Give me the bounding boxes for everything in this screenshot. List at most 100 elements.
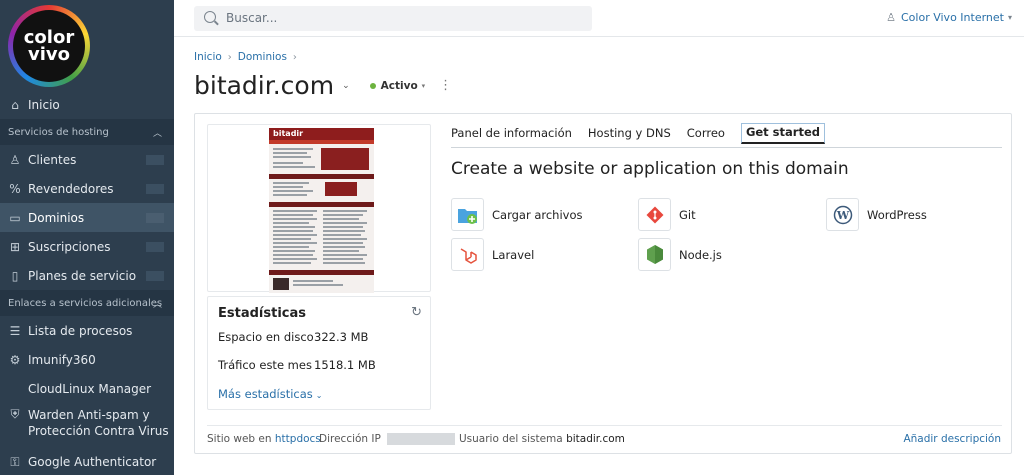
tab-get-started[interactable]: Get started	[740, 123, 825, 144]
nodejs-icon	[638, 238, 671, 271]
laravel-icon	[451, 238, 484, 271]
git-tool[interactable]: Git	[638, 198, 696, 231]
count-badge	[146, 213, 164, 223]
get-started-title: Create a website or application on this …	[451, 159, 849, 179]
count-badge	[146, 184, 164, 194]
sidebar-item-clients[interactable]: ♙ Clientes	[0, 145, 174, 174]
sidebar: color vivo ⌂ Inicio Servicios de hosting …	[0, 0, 174, 475]
sidebar-item-warden[interactable]: ⛨ Warden Anti-spam y Protección Contra Vi…	[0, 403, 174, 443]
key-icon: ⚿	[10, 454, 20, 469]
disk-label: Espacio en disco	[218, 330, 314, 344]
shield-icon: ⛨	[10, 407, 20, 421]
gear-icon: ⚙	[9, 352, 21, 367]
brand-logo[interactable]: color vivo	[0, 0, 174, 87]
stats-title: Estadísticas	[218, 306, 306, 321]
wordpress-tool[interactable]: W WordPress	[826, 198, 927, 231]
nodejs-tool[interactable]: Node.js	[638, 238, 722, 271]
sidebar-item-subscriptions[interactable]: ⊞ Suscripciones	[0, 232, 174, 261]
sidebar-item-label: Revendedores	[28, 181, 114, 196]
chevron-up-icon: ︿	[152, 128, 162, 139]
tool-label: Node.js	[679, 247, 722, 262]
sidebar-item-label: Inicio	[28, 97, 60, 112]
user-name: Color Vivo Internet	[901, 11, 1004, 24]
chevron-right-icon: ›	[292, 51, 297, 63]
sidebar-item-resellers[interactable]: % Revendedores	[0, 174, 174, 203]
search-icon	[204, 11, 216, 23]
search-input[interactable]: Buscar...	[194, 6, 592, 31]
tab-hosting-dns[interactable]: Hosting y DNS	[588, 126, 671, 148]
chevron-down-icon: ⌄	[315, 391, 323, 400]
title-row: bitadir.com ⌄ Activo ▾ ⋮	[194, 71, 452, 100]
system-user-info: Usuario del sistema bitadir.com	[459, 433, 625, 445]
sidebar-item-cloudlinux[interactable]: CloudLinux Manager	[0, 374, 174, 403]
sidebar-item-google-auth[interactable]: ⚿ Google Authenticator	[0, 447, 174, 475]
breadcrumb-home[interactable]: Inicio	[194, 51, 222, 63]
percent-icon: %	[9, 181, 21, 196]
tab-mail[interactable]: Correo	[687, 126, 725, 148]
status-badge[interactable]: Activo ▾	[369, 80, 425, 92]
home-icon: ⌂	[11, 97, 19, 112]
count-badge	[146, 242, 164, 252]
grid-icon: ⊞	[9, 239, 21, 254]
tool-label: Git	[679, 207, 696, 222]
domain-switch-chevron-icon[interactable]: ⌄	[342, 81, 350, 91]
tab-bar: Panel de información Hosting y DNS Corre…	[451, 123, 1002, 148]
breadcrumb-domains[interactable]: Dominios	[238, 51, 287, 63]
upload-files-tool[interactable]: Cargar archivos	[451, 198, 583, 231]
main-content: Inicio › Dominios › bitadir.com ⌄ Activo…	[174, 37, 1024, 475]
laravel-tool[interactable]: Laravel	[451, 238, 534, 271]
monitor-icon: ▭	[9, 210, 21, 225]
website-root-info: Sitio web en httpdocs	[207, 433, 321, 445]
traffic-value: 1518.1 MB	[314, 358, 376, 372]
sidebar-item-home[interactable]: ⌂ Inicio	[0, 90, 174, 119]
sidebar-item-label: CloudLinux Manager	[28, 381, 152, 396]
user-icon: ♙	[9, 152, 21, 167]
traffic-label: Tráfico este mes	[218, 358, 312, 372]
refresh-icon[interactable]: ↻	[411, 305, 422, 320]
sidebar-item-label: Planes de servicio	[28, 268, 137, 283]
folder-upload-icon	[451, 198, 484, 231]
tab-dashboard[interactable]: Panel de información	[451, 126, 572, 148]
sidebar-item-imunify360[interactable]: ⚙ Imunify360	[0, 345, 174, 374]
cloud-icon	[8, 382, 22, 396]
svg-text:W: W	[835, 209, 849, 222]
sidebar-item-label: Clientes	[28, 152, 77, 167]
sidebar-item-processes[interactable]: ☰ Lista de procesos	[0, 316, 174, 345]
tool-label: WordPress	[867, 207, 927, 222]
tool-label: Laravel	[492, 247, 535, 262]
sidebar-section-hosting[interactable]: Servicios de hosting ︿	[0, 119, 174, 145]
httpdocs-link[interactable]: httpdocs	[275, 433, 321, 445]
sidebar-item-label: Google Authenticator	[28, 454, 157, 469]
user-menu[interactable]: ♙ Color Vivo Internet ▾	[886, 11, 1012, 24]
domain-card: bitadir Estadísticas ↻ Espacio en disco …	[194, 113, 1012, 454]
redacted-ip	[386, 433, 455, 445]
add-description-link[interactable]: Añadir descripción	[903, 433, 1001, 445]
sidebar-item-label: Suscripciones	[28, 239, 111, 254]
tool-label: Cargar archivos	[492, 207, 583, 222]
sidebar-item-label: Warden Anti-spam y	[28, 408, 150, 422]
sidebar-item-label: Imunify360	[28, 352, 96, 367]
more-options-icon[interactable]: ⋮	[439, 79, 452, 92]
chevron-up-icon: ︿	[152, 299, 162, 310]
card-footer-divider	[207, 425, 1002, 426]
sidebar-section-extra[interactable]: Enlaces a servicios adicionales ︿	[0, 290, 174, 316]
count-badge	[146, 271, 164, 281]
top-header: Buscar... ♙ Color Vivo Internet ▾	[174, 0, 1024, 37]
git-icon	[638, 198, 671, 231]
more-stats-link[interactable]: Más estadísticas ⌄	[218, 387, 323, 401]
stats-panel: Estadísticas ↻ Espacio en disco 322.3 MB…	[207, 296, 431, 410]
sidebar-item-service-plans[interactable]: ▯ Planes de servicio	[0, 261, 174, 290]
system-user-value: bitadir.com	[566, 433, 625, 445]
sidebar-item-domains[interactable]: ▭ Dominios	[0, 203, 174, 232]
page-title: bitadir.com	[194, 71, 335, 100]
site-preview[interactable]: bitadir	[207, 124, 431, 293]
sidebar-item-label: Dominios	[28, 210, 85, 225]
list-icon: ☰	[9, 323, 21, 338]
book-icon: ▯	[11, 268, 19, 283]
search-placeholder: Buscar...	[226, 11, 278, 25]
chevron-right-icon: ›	[227, 51, 232, 63]
site-screenshot: bitadir	[269, 128, 374, 293]
ip-info: Dirección IP	[319, 433, 455, 445]
breadcrumb: Inicio › Dominios ›	[194, 51, 303, 63]
disk-value: 322.3 MB	[314, 330, 369, 344]
